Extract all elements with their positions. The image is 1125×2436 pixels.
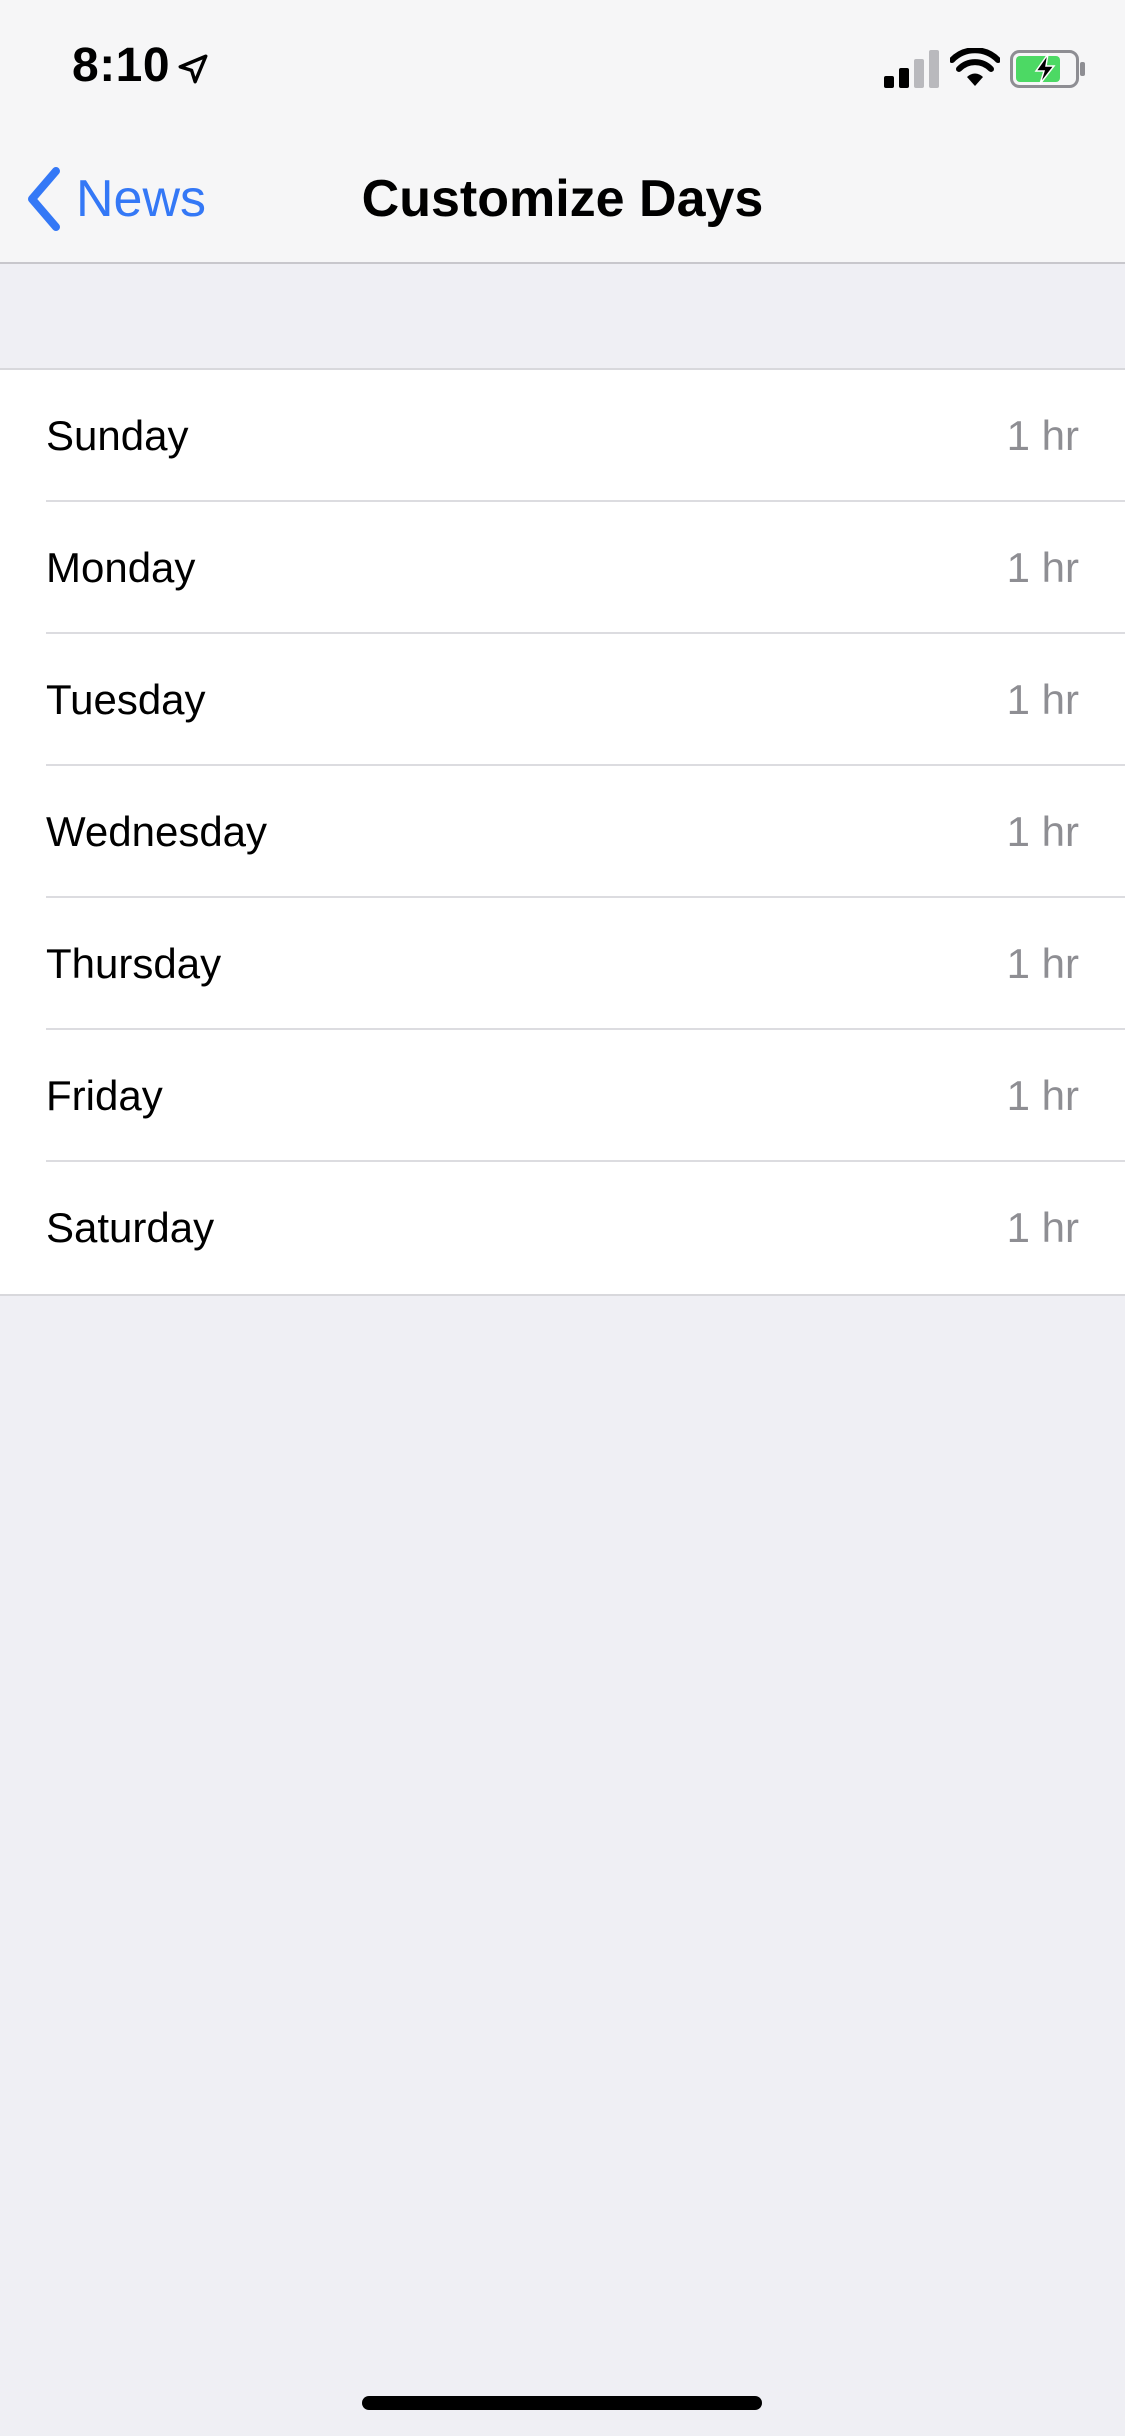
page-title: Customize Days bbox=[361, 170, 764, 228]
day-label: Tuesday bbox=[46, 676, 206, 723]
day-value: 1 hr bbox=[1006, 1204, 1079, 1251]
list-item-saturday[interactable]: Saturday 1 hr bbox=[0, 1162, 1125, 1294]
day-label: Friday bbox=[46, 1072, 163, 1119]
location-arrow-icon bbox=[178, 54, 208, 84]
battery-charging-icon bbox=[1010, 50, 1085, 88]
status-time: 8:10 bbox=[72, 39, 171, 92]
day-value: 1 hr bbox=[1006, 808, 1079, 855]
list-item-tuesday[interactable]: Tuesday 1 hr bbox=[0, 634, 1125, 766]
list-item-monday[interactable]: Monday 1 hr bbox=[0, 502, 1125, 634]
day-label: Wednesday bbox=[46, 808, 268, 855]
list-item-friday[interactable]: Friday 1 hr bbox=[0, 1030, 1125, 1162]
day-value: 1 hr bbox=[1006, 412, 1079, 459]
day-value: 1 hr bbox=[1006, 1072, 1079, 1119]
day-value: 1 hr bbox=[1006, 940, 1079, 987]
list-item-wednesday[interactable]: Wednesday 1 hr bbox=[0, 766, 1125, 898]
list-item-thursday[interactable]: Thursday 1 hr bbox=[0, 898, 1125, 1030]
home-indicator[interactable] bbox=[362, 2396, 762, 2410]
cellular-signal-icon bbox=[884, 50, 939, 88]
day-value: 1 hr bbox=[1006, 544, 1079, 591]
day-label: Sunday bbox=[46, 412, 189, 459]
day-label: Monday bbox=[46, 544, 196, 591]
status-bar: 8:10 bbox=[0, 0, 1125, 132]
days-list: Sunday 1 hr Monday 1 hr Tuesday 1 hr Wed… bbox=[0, 368, 1125, 1296]
day-value: 1 hr bbox=[1006, 676, 1079, 723]
day-label: Thursday bbox=[46, 940, 222, 987]
list-item-sunday[interactable]: Sunday 1 hr bbox=[0, 370, 1125, 502]
day-label: Saturday bbox=[46, 1204, 215, 1251]
wifi-icon bbox=[950, 48, 1000, 86]
navigation-bar: News Customize Days bbox=[0, 132, 1125, 264]
